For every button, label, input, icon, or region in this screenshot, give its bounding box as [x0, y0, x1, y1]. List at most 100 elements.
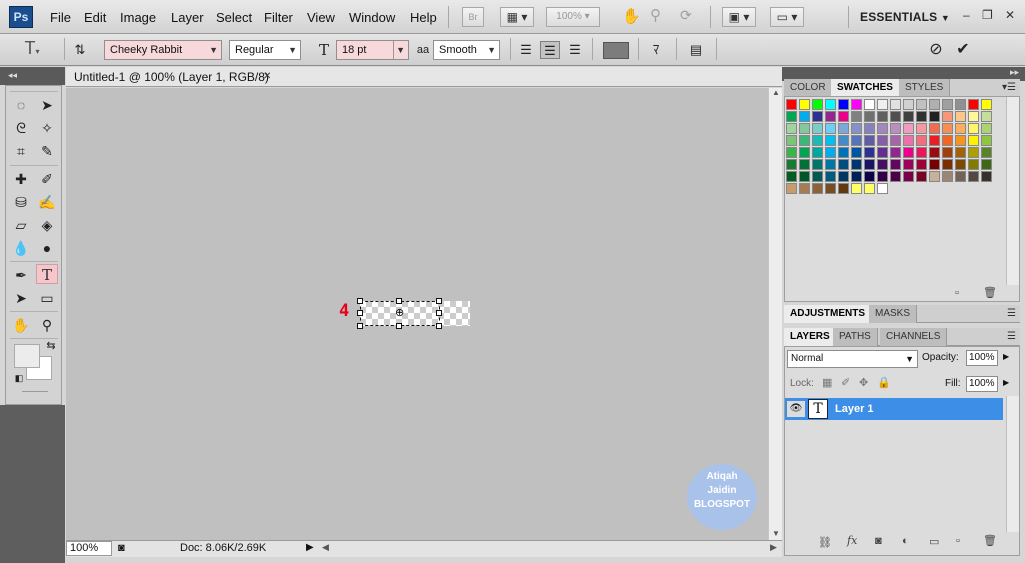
- color-swatch[interactable]: [968, 99, 979, 110]
- color-swatch[interactable]: [955, 99, 966, 110]
- move-tool-icon[interactable]: ➤: [36, 95, 58, 115]
- color-swatch[interactable]: [786, 111, 797, 122]
- menu-filter[interactable]: Filter: [264, 10, 293, 25]
- color-swatch[interactable]: [929, 111, 940, 122]
- color-swatch[interactable]: [877, 147, 888, 158]
- color-swatch[interactable]: [981, 111, 992, 122]
- fill-slider-arrow-icon[interactable]: ▶: [1003, 378, 1009, 387]
- swatches-scrollbar[interactable]: [1006, 97, 1019, 285]
- color-swatch[interactable]: [942, 135, 953, 146]
- tab-paths[interactable]: PATHS: [833, 328, 878, 346]
- tab-masks[interactable]: MASKS: [869, 305, 918, 323]
- zoom-level-select[interactable]: 100% ▾: [546, 7, 600, 27]
- color-swatch[interactable]: [812, 159, 823, 170]
- paint-bucket-icon[interactable]: ◈: [36, 215, 58, 235]
- color-swatch[interactable]: [864, 171, 875, 182]
- delete-layer-icon[interactable]: 🗑: [983, 534, 997, 547]
- color-swatch[interactable]: [903, 171, 914, 182]
- rectangle-tool-icon[interactable]: ▭: [36, 288, 58, 308]
- color-swatch[interactable]: [799, 111, 810, 122]
- align-right-icon[interactable]: ☰: [565, 41, 585, 59]
- color-swatch[interactable]: [877, 171, 888, 182]
- color-swatch[interactable]: [864, 99, 875, 110]
- color-swatch[interactable]: [968, 135, 979, 146]
- color-swatch[interactable]: [838, 171, 849, 182]
- color-swatch[interactable]: [864, 111, 875, 122]
- color-swatch[interactable]: [864, 123, 875, 134]
- color-swatch[interactable]: [877, 183, 888, 194]
- color-swatch[interactable]: [955, 171, 966, 182]
- color-swatch[interactable]: [799, 99, 810, 110]
- color-swatch[interactable]: [916, 159, 927, 170]
- bridge-button[interactable]: Br: [462, 7, 484, 27]
- bounding-box-handle[interactable]: [436, 310, 442, 316]
- character-panel-icon[interactable]: ▤: [686, 41, 706, 59]
- color-swatch[interactable]: [838, 111, 849, 122]
- toolbox-header[interactable]: ◂◂: [0, 67, 65, 85]
- blur-tool-icon[interactable]: 💧: [10, 238, 32, 258]
- menu-image[interactable]: Image: [120, 10, 156, 25]
- color-swatch[interactable]: [864, 135, 875, 146]
- brush-tool-icon[interactable]: ✐: [36, 169, 58, 189]
- color-swatch[interactable]: [955, 123, 966, 134]
- magic-wand-icon[interactable]: ✧: [36, 118, 58, 138]
- color-swatch[interactable]: [786, 159, 797, 170]
- tab-adjustments[interactable]: ADJUSTMENTS: [784, 305, 873, 323]
- color-swatch[interactable]: [968, 123, 979, 134]
- color-swatch[interactable]: [981, 99, 992, 110]
- color-swatch[interactable]: [851, 159, 862, 170]
- lock-image-icon[interactable]: ✐: [841, 376, 850, 389]
- pen-tool-icon[interactable]: ✒: [10, 265, 32, 285]
- color-swatch[interactable]: [916, 99, 927, 110]
- arrange-documents-icon[interactable]: ▣ ▾: [722, 7, 756, 27]
- scroll-up-icon[interactable]: ▲: [772, 88, 780, 97]
- scroll-left-icon[interactable]: ◀: [322, 542, 329, 553]
- panel-menu-icon[interactable]: ☰: [1007, 331, 1016, 342]
- color-swatch[interactable]: [877, 111, 888, 122]
- collapse-panels-icon[interactable]: ▸▸: [1010, 67, 1019, 78]
- color-swatch[interactable]: [916, 111, 927, 122]
- menu-edit[interactable]: Edit: [84, 10, 106, 25]
- color-swatch[interactable]: [864, 147, 875, 158]
- bounding-box-handle[interactable]: [357, 323, 363, 329]
- color-swatch[interactable]: [929, 171, 940, 182]
- color-swatch[interactable]: [981, 171, 992, 182]
- bounding-box-handle[interactable]: [357, 298, 363, 304]
- color-swatch[interactable]: [890, 123, 901, 134]
- fill-field[interactable]: 100%: [966, 376, 998, 392]
- font-family-select[interactable]: Cheeky Rabbit ▼: [104, 40, 222, 60]
- color-swatch[interactable]: [825, 123, 836, 134]
- visibility-eye-icon[interactable]: 👁: [787, 401, 805, 417]
- color-swatch[interactable]: [825, 159, 836, 170]
- eyedropper-icon[interactable]: ✎: [36, 141, 58, 161]
- eraser-tool-icon[interactable]: ▱: [10, 215, 32, 235]
- color-swatch[interactable]: [851, 183, 862, 194]
- menu-view[interactable]: View: [307, 10, 335, 25]
- color-swatch[interactable]: [786, 171, 797, 182]
- color-swatch[interactable]: [877, 135, 888, 146]
- color-swatch[interactable]: [942, 171, 953, 182]
- color-swatch[interactable]: [838, 123, 849, 134]
- cancel-edits-icon[interactable]: ⊘: [926, 41, 946, 59]
- font-style-select[interactable]: Regular ▼: [229, 40, 301, 60]
- zoom-tool-icon[interactable]: ⚲: [650, 6, 661, 24]
- color-swatch[interactable]: [838, 99, 849, 110]
- color-swatch[interactable]: [981, 147, 992, 158]
- new-layer-icon[interactable]: ▫: [956, 535, 960, 547]
- warp-text-icon[interactable]: ﾏ: [646, 41, 666, 59]
- color-swatch[interactable]: [838, 135, 849, 146]
- color-swatch[interactable]: [825, 135, 836, 146]
- color-swatch[interactable]: [812, 171, 823, 182]
- default-colors-icon[interactable]: ◧: [8, 368, 30, 388]
- panel-menu-icon[interactable]: ▾☰: [1002, 82, 1016, 93]
- color-swatch[interactable]: [890, 135, 901, 146]
- color-swatch[interactable]: [799, 171, 810, 182]
- color-swatch[interactable]: [903, 111, 914, 122]
- color-swatch[interactable]: [877, 123, 888, 134]
- color-swatch[interactable]: [812, 135, 823, 146]
- color-swatch[interactable]: [916, 123, 927, 134]
- link-layers-icon[interactable]: ⛓: [818, 536, 832, 549]
- color-swatch[interactable]: [903, 147, 914, 158]
- scroll-right-icon[interactable]: ▶: [770, 542, 777, 553]
- color-swatch[interactable]: [929, 135, 940, 146]
